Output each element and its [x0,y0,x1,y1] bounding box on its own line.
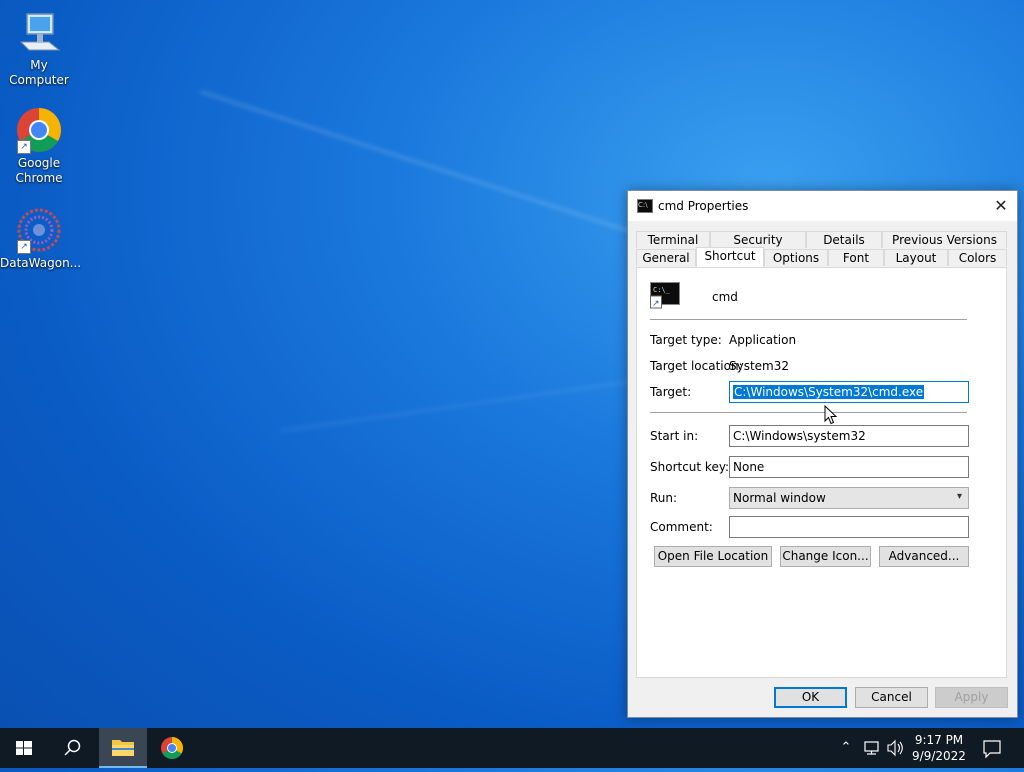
clock-date: 9/9/2022 [912,749,966,763]
shortcut-arrow-icon: ↗ [17,240,31,254]
notification-icon [983,740,1001,759]
run-select[interactable]: Normal window ▾ [729,487,969,509]
computer-icon [15,8,63,56]
cancel-button[interactable]: Cancel [855,687,928,708]
apply-button[interactable]: Apply [935,687,1008,708]
change-icon-button[interactable]: Change Icon... [780,546,871,567]
shortcut-tab-panel: C:\_ ↗ cmd Target type: Application Targ… [636,267,1007,678]
open-file-location-button[interactable]: Open File Location [654,546,772,567]
tab-general[interactable]: General [636,249,696,266]
svg-text:↗: ↗ [652,299,660,309]
action-center-button[interactable] [976,728,1008,768]
target-input-selected-text: C:\Windows\System32\cmd.exe [733,385,925,399]
chrome-icon: ↗ [15,106,63,154]
start-in-input[interactable]: C:\Windows\system32 [729,425,969,447]
tab-terminal[interactable]: Terminal [636,231,710,248]
tab-layout[interactable]: Layout [884,249,948,266]
target-input[interactable]: C:\Windows\System32\cmd.exe [729,381,969,403]
close-icon: ✕ [994,196,1008,215]
shortcut-arrow-icon: ↗ [17,140,31,154]
network-icon [864,741,879,755]
desktop-icon-datawagon[interactable]: ↗ DataWagon... [0,206,82,271]
shortcut-key-input[interactable]: None [729,456,969,478]
tab-details[interactable]: Details [806,231,882,248]
desktop-icon-label: My Computer [9,58,69,87]
search-button[interactable] [48,728,96,768]
dialog-title: cmd Properties [658,199,749,213]
shortcut-name: cmd [712,290,738,304]
desktop-icon-label: Google Chrome [15,156,63,185]
taskbar-google-chrome[interactable] [148,728,196,768]
folder-icon [112,740,134,756]
tab-previous-versions[interactable]: Previous Versions [882,231,1007,248]
comment-label: Comment: [650,520,713,534]
cmd-app-icon: C:\ [637,199,653,213]
clock-time: 9:17 PM [914,733,964,747]
svg-text:C:\_: C:\_ [653,286,671,294]
taskbar: ⌃ 9:17 PM 9/9/2022 [0,728,1024,768]
tab-row-2: General Shortcut Options Font Layout Col… [636,247,1007,267]
comment-input[interactable] [729,516,969,538]
show-hidden-icons-button[interactable]: ⌃ [836,728,856,768]
desktop-icon-my-computer[interactable]: My Computer [0,8,78,88]
separator [650,412,967,413]
close-button[interactable]: ✕ [985,191,1017,221]
shortcut-key-label: Shortcut key: [650,460,730,474]
target-type-label: Target type: [650,333,722,347]
speaker-icon [887,739,903,757]
desktop-icon-google-chrome[interactable]: ↗ Google Chrome [0,106,78,186]
volume-button[interactable] [884,728,906,768]
separator [650,319,967,320]
search-icon [64,739,81,756]
shortcut-app-icon: C:\_ ↗ [650,282,680,309]
target-location-value: System32 [729,359,790,373]
start-button[interactable] [0,728,48,768]
tab-colors[interactable]: Colors [948,249,1007,266]
advanced-button[interactable]: Advanced... [879,546,969,567]
target-type-value: Application [729,333,797,347]
chevron-up-icon: ⌃ [840,740,852,755]
tab-font[interactable]: Font [828,249,884,266]
taskbar-file-explorer[interactable] [99,728,147,768]
dialog-titlebar[interactable]: C:\ cmd Properties ✕ [628,191,1017,221]
desktop-icon-label: DataWagon... [0,256,82,270]
cmd-properties-dialog: C:\ cmd Properties ✕ Terminal Security D… [627,190,1018,718]
chevron-down-icon: ▾ [956,491,962,502]
start-in-label: Start in: [650,429,699,443]
tab-options[interactable]: Options [764,249,828,266]
datawagon-icon: ↗ [15,206,63,254]
run-select-value: Normal window [733,491,826,505]
tab-security[interactable]: Security [710,231,806,248]
network-button[interactable] [860,728,884,768]
ok-button[interactable]: OK [774,687,847,708]
windows-logo-icon [16,741,32,755]
mouse-cursor-icon [824,404,838,428]
chrome-icon [161,737,183,759]
tab-shortcut[interactable]: Shortcut [696,247,764,267]
run-label: Run: [650,491,678,505]
clock[interactable]: 9:17 PM 9/9/2022 [908,728,970,772]
target-label: Target: [650,385,692,399]
tab-row-1: Terminal Security Details Previous Versi… [636,231,1007,249]
